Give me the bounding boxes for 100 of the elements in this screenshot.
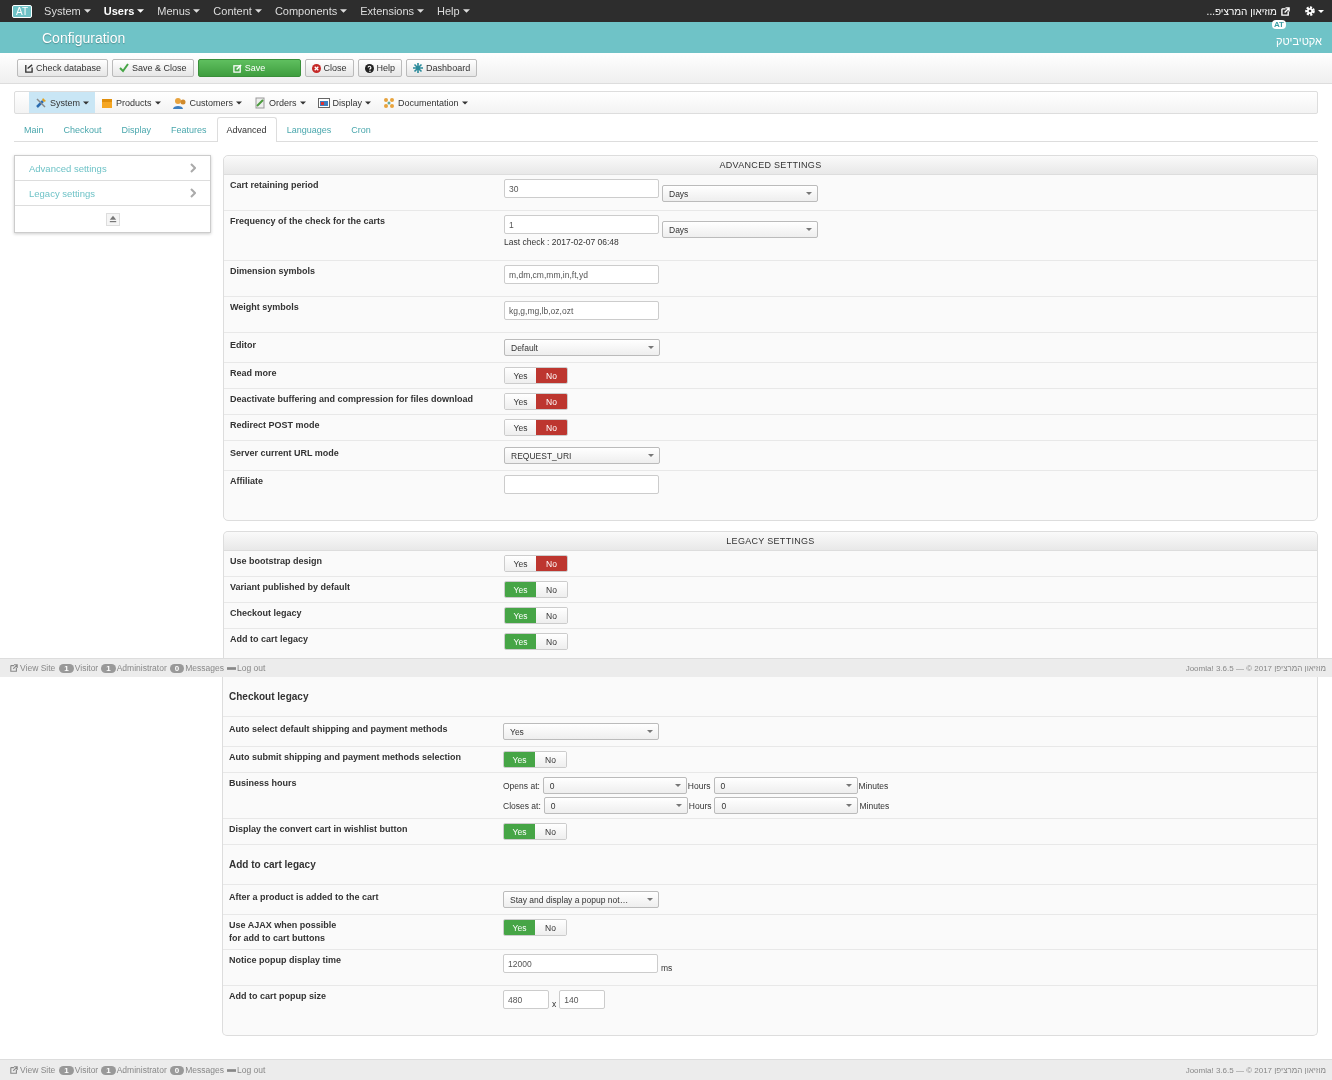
tools-icon bbox=[35, 96, 47, 109]
toolbar-button[interactable]: Dashboard bbox=[406, 59, 478, 77]
separator-label: x bbox=[552, 999, 557, 1009]
dropdown[interactable]: 0 bbox=[713, 777, 858, 794]
window-icon bbox=[317, 96, 330, 109]
setting-label: Dimension symbols bbox=[230, 265, 317, 278]
yes-no-toggle[interactable]: Yes No bbox=[504, 555, 568, 572]
copyright-text: Joomla! 3.6.5 — © 2017 מוזיאון המרציפן bbox=[1185, 1065, 1326, 1075]
top-menu-item[interactable]: System bbox=[44, 5, 91, 17]
tab[interactable]: Advanced bbox=[216, 117, 277, 142]
dropdown[interactable]: Days bbox=[662, 221, 818, 238]
external-link-icon bbox=[10, 664, 18, 672]
top-menu-item[interactable]: Help bbox=[437, 5, 470, 17]
dropdown[interactable]: Days bbox=[662, 185, 818, 202]
top-menu-item[interactable]: Components bbox=[274, 5, 348, 17]
yes-no-toggle[interactable]: Yes No bbox=[504, 393, 568, 410]
input-field[interactable]: 12000 bbox=[503, 954, 658, 973]
yes-no-toggle[interactable]: Yes No bbox=[504, 633, 568, 650]
caret-icon bbox=[83, 9, 91, 13]
site-link[interactable]: מוזיאון המרציפ... bbox=[1206, 5, 1277, 17]
toolbar-button[interactable]: Help bbox=[357, 59, 403, 77]
export-icon bbox=[24, 63, 33, 73]
input-field[interactable]: 140 bbox=[559, 990, 606, 1009]
section-heading: Checkout legacy bbox=[229, 690, 310, 704]
close-icon bbox=[311, 63, 321, 73]
dropdown[interactable]: 0 bbox=[714, 797, 859, 814]
settings-icon[interactable] bbox=[1304, 5, 1324, 17]
yes-no-toggle[interactable]: Yes No bbox=[503, 751, 567, 768]
setting-label: Server current URL mode bbox=[230, 447, 340, 460]
setting-label: Business hours bbox=[229, 777, 298, 790]
setting-label: Cart retaining period bbox=[230, 179, 320, 192]
setting-label: Deactivate buffering and compression for files download bbox=[230, 393, 475, 406]
panel-title: ADVANCED SETTINGS bbox=[224, 156, 1317, 175]
component-menu-item[interactable]: System bbox=[29, 92, 95, 113]
input-field[interactable]: 480 bbox=[503, 990, 549, 1009]
count-badge: 0 bbox=[169, 663, 185, 673]
setting-label: Editor bbox=[230, 339, 257, 352]
count-badge: 1 bbox=[59, 663, 74, 673]
setting-label: Redirect POST mode bbox=[230, 419, 321, 432]
caret-icon bbox=[83, 100, 89, 105]
input-field[interactable]: m,dm,cm,mm,in,ft,yd bbox=[504, 265, 659, 284]
caret-icon bbox=[806, 228, 812, 231]
caret-icon bbox=[674, 784, 681, 787]
external-link-icon bbox=[1281, 6, 1290, 16]
setting-label: Use bootstrap design bbox=[230, 555, 323, 568]
yes-no-toggle[interactable]: Yes No bbox=[504, 419, 568, 436]
toolbar-button[interactable]: Check database bbox=[17, 59, 109, 77]
yes-no-toggle[interactable]: Yes No bbox=[503, 823, 567, 840]
setting-label: Display the convert cart in wishlist button bbox=[229, 823, 409, 836]
top-menu-item[interactable]: Content bbox=[213, 5, 262, 17]
page-title: Configuration bbox=[42, 29, 126, 46]
dropdown[interactable]: Yes bbox=[503, 723, 659, 740]
brand-name: אקטיביטק bbox=[1275, 33, 1322, 47]
component-menu-item[interactable]: Display bbox=[311, 92, 378, 113]
collapse-button[interactable] bbox=[105, 212, 120, 226]
setting-label: Add to cart legacy bbox=[230, 633, 310, 646]
panel-title: LEGACY SETTINGS bbox=[224, 532, 1317, 551]
dropdown[interactable]: 0 bbox=[543, 797, 688, 814]
caret-icon bbox=[365, 100, 372, 105]
dropdown[interactable]: Stay and display a popup not… bbox=[503, 891, 659, 908]
caret-icon bbox=[417, 9, 425, 13]
yes-no-toggle[interactable]: Yes No bbox=[503, 919, 567, 936]
caret-icon bbox=[340, 9, 348, 13]
component-menu-item[interactable]: Orders bbox=[248, 92, 312, 113]
hours-label: Closes at: bbox=[503, 800, 541, 811]
caret-icon bbox=[254, 9, 262, 13]
document-icon bbox=[254, 96, 267, 109]
edit-icon bbox=[232, 63, 242, 73]
top-menu-item[interactable]: Menus bbox=[157, 5, 201, 17]
caret-icon bbox=[846, 804, 853, 807]
count-badge: 1 bbox=[59, 1065, 74, 1075]
input-field[interactable] bbox=[504, 475, 659, 494]
top-menu-item[interactable]: Extensions bbox=[360, 5, 425, 17]
top-menu-item[interactable]: Users bbox=[103, 5, 145, 17]
asterisk-icon bbox=[413, 63, 424, 73]
component-menu-item[interactable]: Products bbox=[95, 92, 167, 113]
minus-icon bbox=[226, 666, 236, 670]
box-icon bbox=[101, 96, 113, 109]
setting-label: Checkout legacy bbox=[230, 607, 303, 620]
dropdown[interactable]: Default bbox=[504, 339, 660, 356]
yes-no-toggle[interactable]: Yes No bbox=[504, 607, 568, 624]
component-menu-item[interactable]: Documentation bbox=[377, 92, 474, 113]
setting-label: Weight symbols bbox=[230, 301, 300, 314]
dropdown[interactable]: 0 bbox=[542, 777, 687, 794]
caret-icon bbox=[648, 346, 654, 349]
input-field[interactable]: 30 bbox=[504, 179, 659, 198]
toolbar-button[interactable]: Save & Close bbox=[112, 59, 194, 77]
unit-label: Minutes bbox=[858, 780, 889, 791]
caret-icon bbox=[193, 9, 201, 13]
setting-label: After a product is added to the cart bbox=[229, 891, 380, 904]
input-field[interactable]: kg,g,mg,lb,oz,ozt bbox=[504, 301, 659, 320]
yes-no-toggle[interactable]: Yes No bbox=[504, 581, 568, 598]
setting-label: Read more bbox=[230, 367, 278, 380]
hours-label: Opens at: bbox=[503, 780, 540, 791]
yes-no-toggle[interactable]: Yes No bbox=[504, 367, 568, 384]
component-menu-item[interactable]: Customers bbox=[166, 92, 249, 113]
dropdown[interactable]: REQUEST_URI bbox=[504, 447, 660, 464]
unit-label: Minutes bbox=[859, 800, 890, 811]
toolbar-button[interactable]: Close bbox=[304, 59, 354, 77]
input-field[interactable]: 1 bbox=[504, 215, 659, 234]
